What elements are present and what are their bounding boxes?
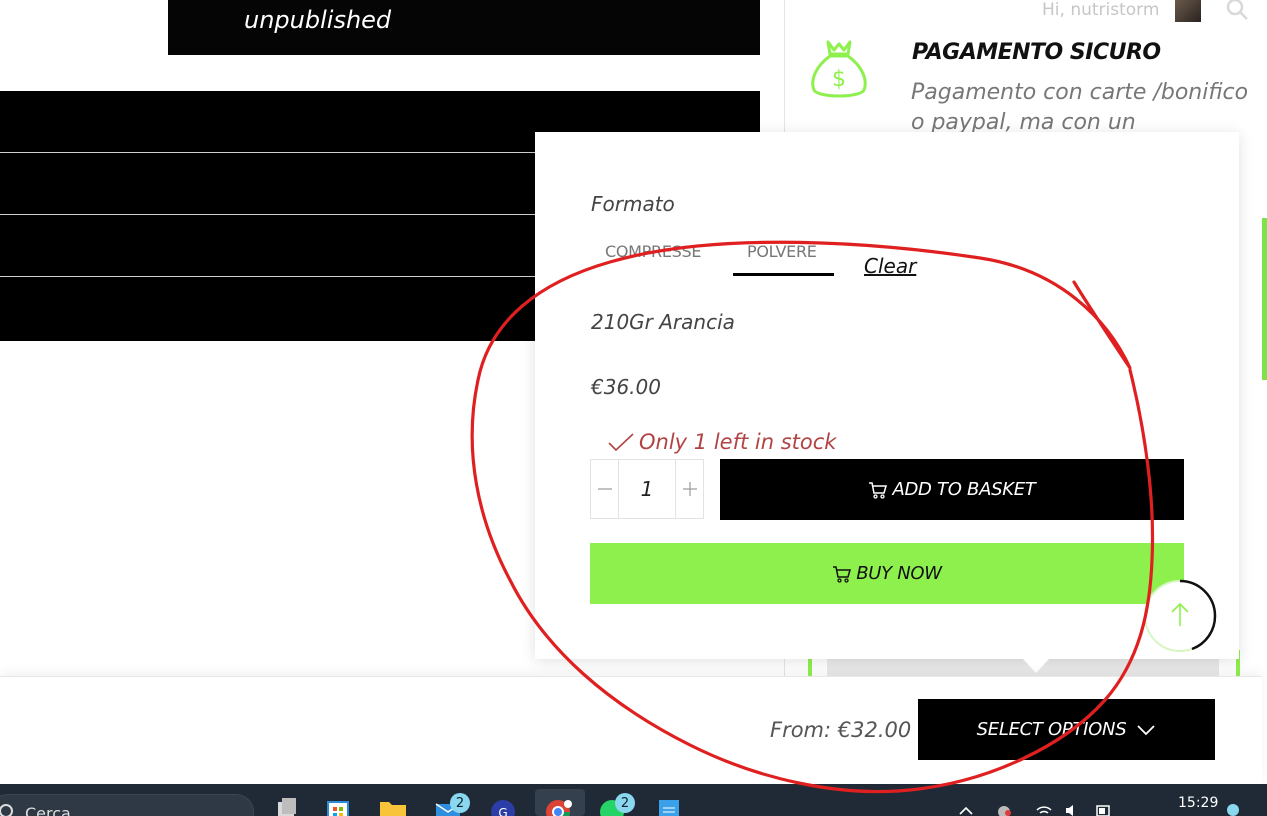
svg-text:G: G — [498, 806, 507, 816]
minus-icon — [597, 488, 612, 490]
chevron-down-icon — [1137, 724, 1155, 735]
task-view-icon[interactable] — [272, 798, 300, 816]
add-to-basket-button[interactable]: ADD TO BASKET — [720, 459, 1184, 520]
green-accent-edge — [1262, 218, 1267, 380]
check-icon — [608, 433, 634, 452]
wifi-icon[interactable] — [1036, 804, 1052, 816]
search-icon[interactable] — [1225, 0, 1249, 22]
option-compresse[interactable]: COMPRESSE — [605, 242, 701, 261]
add-to-basket-label: ADD TO BASKET — [892, 479, 1036, 500]
stock-text: Only 1 left in stock — [639, 430, 837, 454]
money-bag-icon: $ — [811, 40, 867, 98]
page: unpublished Hi, nutristorm $ PAGAMENTO S… — [0, 0, 1267, 816]
from-price: From: €32.00 — [770, 718, 912, 742]
stock-status: Only 1 left in stock — [607, 430, 836, 454]
svg-text:$: $ — [832, 67, 846, 92]
quantity-increase-button[interactable] — [676, 460, 703, 518]
variant-name: 210Gr Arancia — [591, 310, 735, 334]
cart-icon — [869, 481, 888, 499]
file-explorer-icon[interactable] — [379, 798, 407, 816]
quantity-stepper: 1 — [590, 459, 704, 519]
taskbar-search[interactable]: Cerca — [0, 794, 254, 816]
store-icon[interactable] — [324, 798, 352, 816]
chevron-up-icon[interactable] — [958, 804, 974, 816]
mail-badge: 2 — [450, 793, 470, 813]
taskbar-search-label: Cerca — [25, 804, 71, 816]
user-greeting[interactable]: Hi, nutristorm — [1042, 0, 1159, 20]
secure-payment-title: PAGAMENTO SICURO — [912, 40, 1161, 65]
whatsapp-badge: 2 — [615, 793, 635, 813]
selected-option-underline — [733, 273, 834, 276]
scroll-to-top-button[interactable] — [1142, 578, 1218, 654]
plus-icon — [682, 482, 697, 496]
variant-price: €36.00 — [591, 375, 661, 399]
avatar[interactable] — [1175, 0, 1201, 22]
quantity-decrease-button[interactable] — [591, 460, 618, 518]
select-options-button[interactable]: SELECT OPTIONS — [918, 699, 1215, 760]
notification-icon[interactable] — [1226, 803, 1240, 816]
buy-now-label: BUY NOW — [856, 563, 942, 584]
cart-icon — [833, 565, 852, 583]
attribute-label: Formato — [591, 192, 675, 216]
buy-now-button[interactable]: BUY NOW — [590, 543, 1184, 604]
quantity-input[interactable]: 1 — [618, 460, 676, 518]
app-icon[interactable]: G — [489, 798, 517, 816]
popup-pointer — [1022, 658, 1050, 673]
unpublished-label: unpublished — [244, 6, 392, 34]
notepad-icon[interactable] — [655, 798, 683, 816]
clock: 15:29 — [1178, 795, 1219, 811]
chrome-icon[interactable] — [544, 798, 572, 816]
select-options-label: SELECT OPTIONS — [976, 719, 1127, 740]
battery-icon[interactable] — [1096, 804, 1112, 816]
antivirus-icon[interactable] — [996, 804, 1012, 816]
clear-link[interactable]: Clear — [864, 254, 916, 278]
volume-icon[interactable] — [1064, 804, 1080, 816]
option-polvere[interactable]: POLVERE — [747, 242, 817, 261]
secure-payment-description: Pagamento con carte /bonifico o paypal, … — [911, 80, 1249, 135]
search-icon — [0, 804, 13, 816]
unpublished-banner: unpublished — [168, 0, 760, 55]
